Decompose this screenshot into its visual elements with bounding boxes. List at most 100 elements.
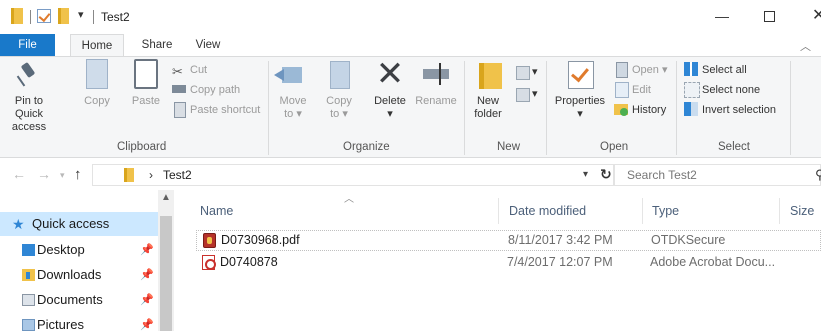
invert-selection-label: Invert selection xyxy=(702,104,776,116)
back-arrow-icon[interactable]: ← xyxy=(12,166,26,182)
open-icon xyxy=(614,62,628,78)
paste-shortcut-button[interactable]: Paste shortcut xyxy=(172,101,260,119)
secure-file-icon xyxy=(203,233,216,248)
easy-access-icon xyxy=(514,86,530,102)
properties-quick-access-icon[interactable] xyxy=(37,9,51,23)
pin-icon[interactable]: 📌 xyxy=(140,288,154,312)
table-row[interactable]: D0740878 7/4/2017 12:07 PM Adobe Acrobat… xyxy=(196,253,821,274)
edit-label: Edit xyxy=(632,84,651,96)
pdf-file-icon xyxy=(202,255,216,270)
pin-icon[interactable]: 📌 xyxy=(140,238,154,262)
pin-to-quick-access-button[interactable]: Pin to Quick access xyxy=(2,59,56,134)
copy-to-icon xyxy=(324,59,354,89)
separator xyxy=(30,10,31,24)
scrollbar-thumb[interactable] xyxy=(160,216,172,331)
address-dropdown-chevron-icon[interactable]: ▾ xyxy=(583,169,588,180)
separator xyxy=(93,10,94,24)
copy-path-label: Copy path xyxy=(190,84,241,96)
copy-path-button[interactable]: Copy path xyxy=(172,81,240,99)
recent-locations-chevron-icon[interactable]: ▾ xyxy=(60,170,65,181)
tab-home[interactable]: Home xyxy=(70,34,124,56)
column-header-type[interactable]: Type xyxy=(652,204,679,218)
tab-file[interactable]: File xyxy=(0,34,55,56)
group-label-select: Select xyxy=(718,141,750,153)
column-header-name[interactable]: Name xyxy=(200,204,233,218)
nav-item-downloads[interactable]: Downloads 📌 xyxy=(0,263,158,287)
rename-icon xyxy=(421,59,451,89)
maximize-button[interactable] xyxy=(764,11,775,22)
table-row[interactable]: D0730968.pdf 8/11/2017 3:42 PM OTDKSecur… xyxy=(196,230,821,251)
breadcrumb-chevron-icon[interactable]: › xyxy=(149,168,153,182)
forward-arrow-icon[interactable]: → xyxy=(37,166,51,182)
paste-button[interactable]: Paste xyxy=(128,59,164,108)
delete-x-icon: ✕ xyxy=(375,55,405,93)
column-header-date-modified[interactable]: Date modified xyxy=(509,204,586,218)
file-name: D0730968.pdf xyxy=(221,233,300,247)
column-separator[interactable] xyxy=(779,198,780,224)
scissors-icon: ✂ xyxy=(172,64,183,79)
invert-selection-icon xyxy=(684,102,698,116)
column-header-size[interactable]: Size xyxy=(790,204,814,218)
easy-access-button[interactable]: ▾ xyxy=(514,85,538,103)
cut-button[interactable]: ✂ Cut xyxy=(172,61,207,79)
search-input[interactable]: Search Test2 ⚲ xyxy=(614,164,821,186)
column-separator[interactable] xyxy=(498,198,499,224)
address-bar[interactable]: › Test2 ▾ ↻ xyxy=(92,164,614,186)
refresh-icon[interactable]: ↻ xyxy=(600,166,612,183)
move-to-button[interactable]: Move to ▾ xyxy=(274,59,310,121)
edit-icon xyxy=(614,82,629,98)
clipboard-icon xyxy=(134,59,158,89)
paste-shortcut-label: Paste shortcut xyxy=(190,104,261,116)
search-icon[interactable]: ⚲ xyxy=(815,167,821,183)
nav-item-documents[interactable]: Documents 📌 xyxy=(0,288,158,312)
close-button[interactable]: ✕ xyxy=(812,5,821,25)
nav-item-label: Pictures xyxy=(37,317,84,331)
new-folder-button[interactable]: New folder xyxy=(470,59,506,121)
sort-ascending-chevron-icon: ︿ xyxy=(344,194,354,205)
group-separator xyxy=(546,61,547,155)
customize-quick-access-chevron-icon[interactable]: ▾ xyxy=(78,8,84,21)
delete-button[interactable]: ✕ Delete ▾ xyxy=(370,55,410,121)
navigation-pane-scrollbar[interactable]: ▲ xyxy=(158,190,174,331)
nav-item-label: Documents xyxy=(37,292,103,307)
copy-icon xyxy=(86,59,108,89)
new-folder-quick-access-icon[interactable] xyxy=(58,8,69,24)
nav-item-label: Quick access xyxy=(32,216,110,231)
open-button[interactable]: Open ▾ xyxy=(614,61,668,79)
select-none-button[interactable]: Select none xyxy=(684,81,760,99)
select-all-button[interactable]: Select all xyxy=(684,61,747,79)
group-separator xyxy=(268,61,269,155)
invert-selection-button[interactable]: Invert selection xyxy=(684,101,776,119)
rename-button[interactable]: Rename xyxy=(414,59,458,108)
group-separator xyxy=(464,61,465,155)
minimize-button[interactable]: — xyxy=(712,2,732,30)
address-row: ← → ▾ ↑ › Test2 ▾ ↻ Search Test2 ⚲ xyxy=(0,158,821,190)
delete-label: Delete xyxy=(374,95,406,107)
column-separator[interactable] xyxy=(642,198,643,224)
up-arrow-icon[interactable]: ↑ xyxy=(74,166,82,183)
tab-view[interactable]: View xyxy=(188,34,228,56)
nav-item-quick-access[interactable]: ★ Quick access xyxy=(0,212,158,236)
properties-button[interactable]: Properties ▾ xyxy=(552,59,608,121)
pin-icon[interactable]: 📌 xyxy=(140,263,154,287)
scroll-up-arrow-icon[interactable]: ▲ xyxy=(161,192,171,203)
pin-icon xyxy=(14,59,44,89)
file-date-modified: 7/4/2017 12:07 PM xyxy=(507,255,613,269)
file-type: OTDKSecure xyxy=(651,233,726,247)
history-button[interactable]: History xyxy=(614,101,666,119)
breadcrumb-current[interactable]: Test2 xyxy=(163,168,192,182)
paste-label: Paste xyxy=(131,95,161,107)
copy-button[interactable]: Copy xyxy=(80,59,114,108)
new-item-button[interactable]: ▾ xyxy=(514,63,538,81)
nav-item-desktop[interactable]: Desktop 📌 xyxy=(0,238,158,262)
copy-to-button[interactable]: Copy to ▾ xyxy=(322,59,356,121)
collapse-ribbon-chevron-icon[interactable]: ︿ xyxy=(800,38,811,54)
pin-icon[interactable]: 📌 xyxy=(140,313,154,331)
select-none-icon xyxy=(684,82,700,98)
star-icon: ★ xyxy=(12,216,25,232)
nav-item-pictures[interactable]: Pictures 📌 xyxy=(0,313,158,331)
tab-share[interactable]: Share xyxy=(137,34,177,56)
edit-button[interactable]: Edit xyxy=(614,81,651,99)
copy-to-label: Copy xyxy=(326,95,352,107)
folder-icon xyxy=(11,8,23,24)
